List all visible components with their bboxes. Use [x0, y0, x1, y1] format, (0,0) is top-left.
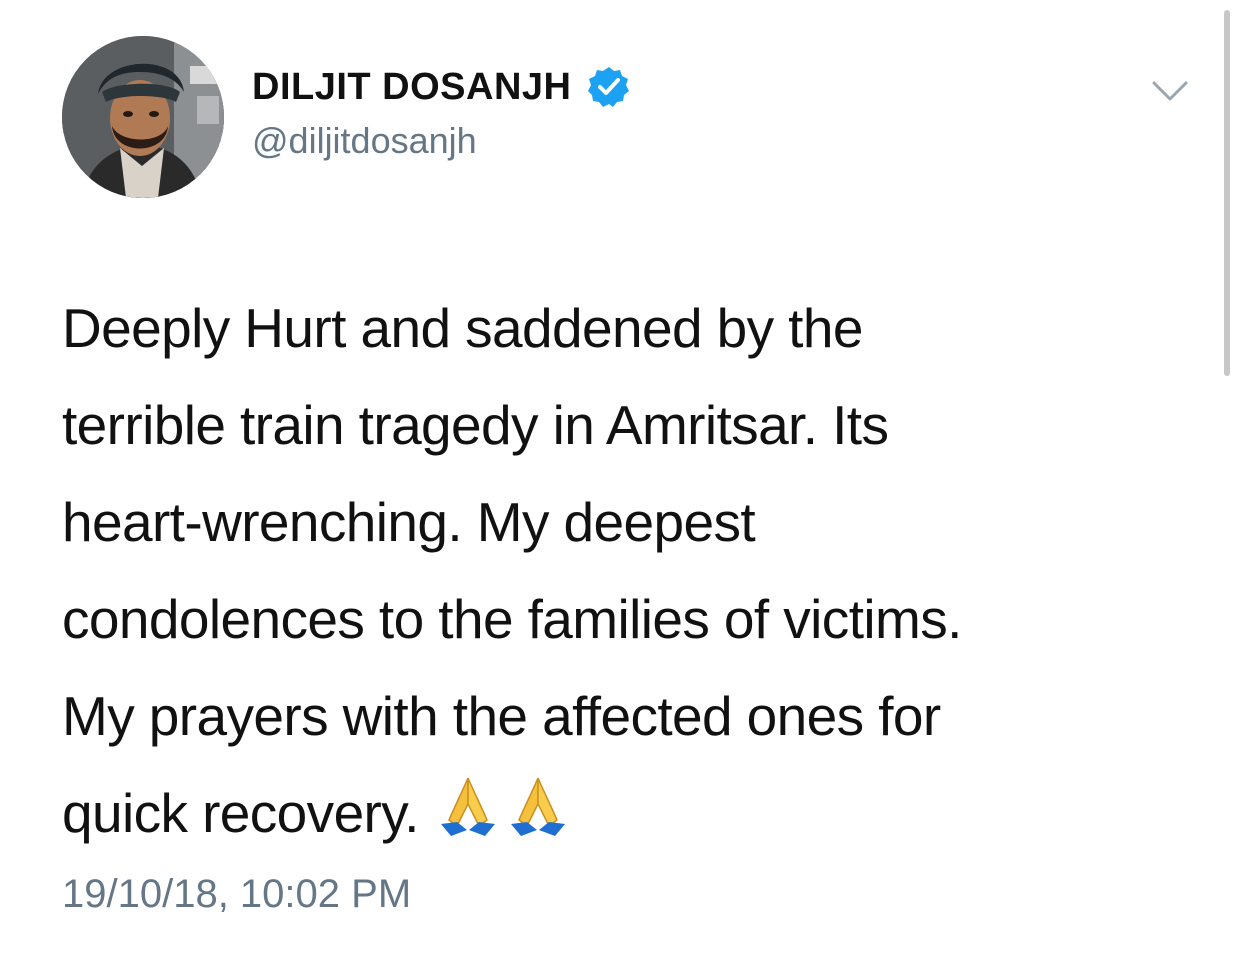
tweet-line: heart-wrenching. My deepest: [62, 491, 756, 553]
tweet-line-text: quick recovery.: [62, 782, 419, 844]
tweet-line-last: quick recovery.: [62, 765, 1172, 862]
avatar[interactable]: [62, 36, 224, 198]
tweet-line: terrible train tragedy in Amritsar. Its: [62, 394, 889, 456]
scrollbar[interactable]: [1224, 10, 1230, 376]
author-header: DILJIT DOSANJH: [252, 62, 631, 112]
tweet-text: Deeply Hurt and saddened by the terrible…: [62, 280, 1172, 862]
folded-hands-icon: [441, 777, 496, 836]
verified-badge-icon: [588, 67, 630, 107]
folded-hands-icon: [511, 777, 566, 836]
author-handle[interactable]: @diljitdosanjh: [252, 120, 477, 162]
tweet-line: Deeply Hurt and saddened by the: [62, 297, 863, 359]
display-name[interactable]: DILJIT DOSANJH: [252, 66, 571, 109]
chevron-down-icon[interactable]: [1150, 78, 1190, 104]
tweet-timestamp[interactable]: 19/10/18, 10:02 PM: [62, 872, 411, 917]
tweet-line: condolences to the families of victims.: [62, 588, 962, 650]
tweet-screen: DILJIT DOSANJH @diljitdosanjh Deeply Hur…: [0, 0, 1234, 960]
tweet-line: My prayers with the affected ones for: [62, 685, 941, 747]
